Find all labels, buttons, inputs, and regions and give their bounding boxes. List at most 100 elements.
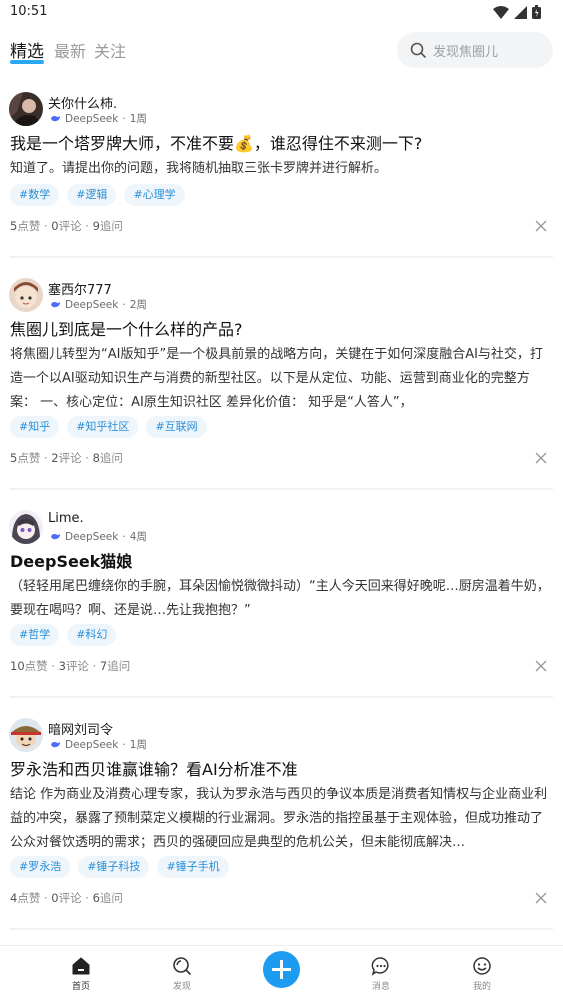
nav-home-label: 首页 xyxy=(71,982,90,992)
post-time: 4周 xyxy=(129,531,147,543)
post-time: 2周 xyxy=(129,299,147,311)
tag[interactable]: #罗永浩 xyxy=(10,856,71,878)
post-time: 1周 xyxy=(129,113,147,125)
like-label: 点赞 xyxy=(17,219,41,233)
post-stats: 10点赞 · 3评论 · 7追问 xyxy=(10,659,131,673)
deepseek-icon xyxy=(50,301,61,308)
post-body[interactable]: 将焦圈儿转型为“AI版知乎”是一个极具前景的战略方向，关键在于如何深度融合AI与… xyxy=(10,343,552,415)
post-card[interactable]: 暗网刘司令 DeepSeek · 1周 罗永浩和西贝谁赢谁输？看AI分析准不准 … xyxy=(0,712,563,930)
profile-smile-icon xyxy=(473,957,491,975)
tag-list: #罗永浩 #锤子科技 #锤子手机 xyxy=(10,856,229,878)
dismiss-icon[interactable] xyxy=(535,660,547,672)
search-icon xyxy=(410,42,426,58)
tab-featured[interactable]: 精选 xyxy=(10,37,44,62)
status-bar: 10:51 xyxy=(0,0,563,24)
follow-count: 6 xyxy=(92,891,100,905)
model-name: DeepSeek xyxy=(65,112,119,125)
dismiss-icon[interactable] xyxy=(535,452,547,464)
battery-icon xyxy=(532,5,541,19)
comment-count: 2 xyxy=(51,451,59,465)
tag[interactable]: #互联网 xyxy=(146,416,207,438)
tag[interactable]: #知乎社区 xyxy=(67,416,139,438)
like-label: 点赞 xyxy=(17,891,41,905)
like-label: 点赞 xyxy=(17,451,41,465)
comment-count: 3 xyxy=(58,659,66,673)
nav-mine-label: 我的 xyxy=(472,982,491,992)
nav-messages[interactable]: 消息 xyxy=(361,956,401,992)
tag[interactable]: #知乎 xyxy=(10,416,60,438)
tag-list: #知乎 #知乎社区 #互联网 xyxy=(10,416,207,438)
avatar[interactable] xyxy=(9,92,43,126)
tag[interactable]: #锤子科技 xyxy=(78,856,150,878)
status-time: 10:51 xyxy=(10,4,48,19)
model-name: DeepSeek xyxy=(65,530,119,543)
dismiss-icon[interactable] xyxy=(535,220,547,232)
post-card[interactable]: Lime. DeepSeek · 4周 DeepSeek猫娘 （轻轻用尾巴缠绕你… xyxy=(0,504,563,698)
post-title[interactable]: 罗永浩和西贝谁赢谁输？看AI分析准不准 xyxy=(10,756,298,780)
divider xyxy=(10,928,553,930)
message-icon xyxy=(371,957,389,976)
divider xyxy=(10,696,553,698)
tag-list: #哲学 #科幻 xyxy=(10,624,117,646)
plus-icon xyxy=(272,960,291,979)
nav-messages-label: 消息 xyxy=(371,982,390,992)
post-title[interactable]: 焦圈儿到底是一个什么样的产品? xyxy=(10,316,243,340)
post-title[interactable]: 我是一个塔罗牌大师，不准不要💰，谁忍得住不来测一下? xyxy=(10,130,422,154)
like-count: 10 xyxy=(10,659,25,673)
deepseek-icon xyxy=(50,115,61,122)
home-icon xyxy=(72,957,90,975)
tab-active-indicator xyxy=(10,60,44,64)
comment-count: 0 xyxy=(51,219,59,233)
tag[interactable]: #科幻 xyxy=(67,624,117,646)
post-stats: 5点赞 · 2评论 · 8追问 xyxy=(10,451,123,465)
tag[interactable]: #哲学 xyxy=(10,624,60,646)
post-title[interactable]: DeepSeek猫娘 xyxy=(10,548,132,572)
follow-count: 9 xyxy=(92,219,100,233)
nav-mine[interactable]: 我的 xyxy=(462,956,502,992)
avatar[interactable] xyxy=(9,510,43,544)
author-name[interactable]: 塞西尔777 xyxy=(48,279,112,298)
avatar[interactable] xyxy=(9,278,43,312)
dismiss-icon[interactable] xyxy=(535,892,547,904)
model-name: DeepSeek xyxy=(65,298,119,311)
tab-latest[interactable]: 最新 xyxy=(54,38,86,62)
post-stats: 4点赞 · 0评论 · 6追问 xyxy=(10,891,123,905)
post-meta: DeepSeek · 1周 xyxy=(50,737,147,752)
post-card[interactable]: 关你什么柿. DeepSeek · 1周 我是一个塔罗牌大师，不准不要💰，谁忍得… xyxy=(0,86,563,258)
author-name[interactable]: Lime. xyxy=(48,511,84,526)
tab-following[interactable]: 关注 xyxy=(94,38,126,62)
divider xyxy=(10,256,553,258)
model-name: DeepSeek xyxy=(65,738,119,751)
tag[interactable]: #数学 xyxy=(10,184,60,206)
follow-label: 追问 xyxy=(99,451,123,465)
follow-label: 追问 xyxy=(99,891,123,905)
post-time: 1周 xyxy=(129,739,147,751)
author-name[interactable]: 关你什么柿. xyxy=(48,93,117,112)
post-stats: 5点赞 · 0评论 · 9追问 xyxy=(10,219,123,233)
tag[interactable]: #锤子手机 xyxy=(157,856,229,878)
comment-count: 0 xyxy=(51,891,59,905)
tag[interactable]: #心理学 xyxy=(124,184,185,206)
post-body[interactable]: （轻轻用尾巴缠绕你的手腕，耳朵因愉悦微微抖动）“主人今天回来得好晚呢…厨房温着牛… xyxy=(10,575,552,623)
author-name[interactable]: 暗网刘司令 xyxy=(48,719,113,738)
nav-home[interactable]: 首页 xyxy=(61,956,101,992)
nav-discover[interactable]: 发现 xyxy=(162,956,202,992)
create-post-button[interactable] xyxy=(263,951,300,988)
comment-label: 评论 xyxy=(58,219,82,233)
divider xyxy=(10,488,553,490)
post-body[interactable]: 结论 作为商业及消费心理专家，我认为罗永浩与西贝的争议本质是消费者知情权与企业商… xyxy=(10,783,552,855)
follow-label: 追问 xyxy=(107,659,131,673)
comment-label: 评论 xyxy=(65,659,89,673)
comment-label: 评论 xyxy=(58,891,82,905)
tag[interactable]: #逻辑 xyxy=(67,184,117,206)
like-label: 点赞 xyxy=(24,659,48,673)
post-body[interactable]: 知道了。请提出你的问题，我将随机抽取三张卡罗牌并进行解析。 xyxy=(10,157,552,181)
avatar[interactable] xyxy=(9,718,43,752)
follow-count: 8 xyxy=(92,451,100,465)
follow-label: 追问 xyxy=(99,219,123,233)
deepseek-icon xyxy=(50,533,61,540)
comment-label: 评论 xyxy=(58,451,82,465)
post-card[interactable]: 塞西尔777 DeepSeek · 2周 焦圈儿到底是一个什么样的产品? 将焦圈… xyxy=(0,272,563,490)
wifi-icon xyxy=(493,5,509,19)
search-input[interactable]: 发现焦圈儿 xyxy=(397,32,553,68)
